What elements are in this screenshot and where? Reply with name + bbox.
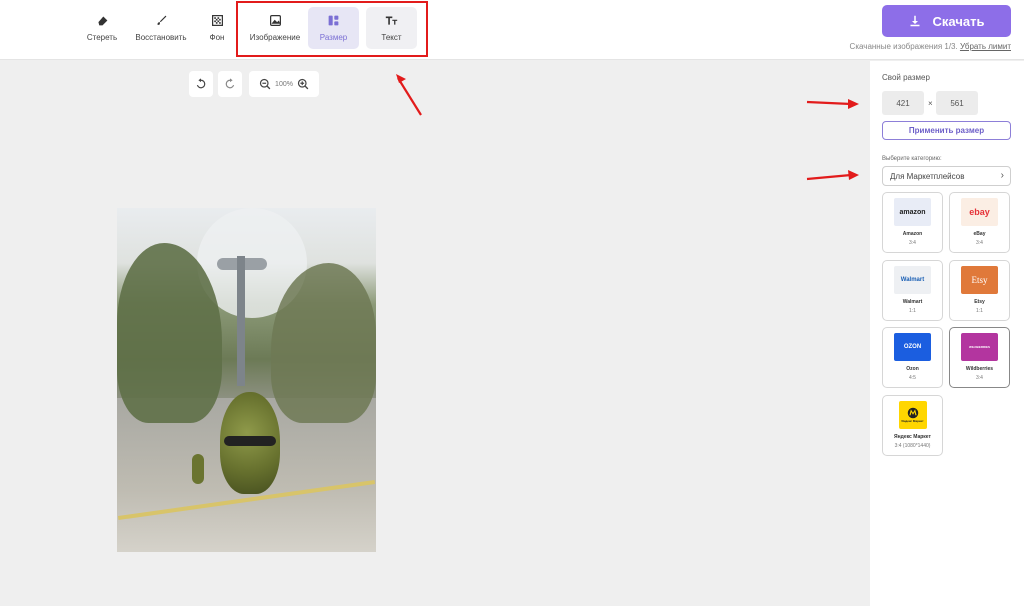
redo-button[interactable]	[218, 71, 242, 97]
apply-size-button[interactable]: Применить размер	[882, 121, 1011, 140]
walmart-logo: Walmart	[894, 266, 931, 294]
ebay-logo: ebay	[961, 198, 998, 226]
ozon-logo: OZON	[894, 333, 931, 361]
category-value: Для Маркетплейсов	[890, 171, 965, 181]
edited-photo[interactable]	[117, 208, 376, 552]
tool-erase-label: Стереть	[86, 33, 118, 42]
zoom-out-icon[interactable]	[259, 78, 271, 90]
zoom-in-icon[interactable]	[297, 78, 309, 90]
chevron-right-icon: ›	[1000, 170, 1004, 181]
undo-button[interactable]	[189, 71, 213, 97]
tool-erase[interactable]: Стереть	[80, 7, 124, 49]
preset-ebay[interactable]: ebay eBay 3:4	[949, 192, 1010, 253]
preset-wildberries[interactable]: WILDBERRIES Wildberries 3:4	[949, 327, 1010, 388]
download-button[interactable]: Скачать	[882, 5, 1011, 37]
brush-icon	[156, 15, 166, 25]
preset-ozon[interactable]: OZON Ozon 4:5	[882, 327, 943, 388]
custom-size-title: Свой размер	[882, 73, 930, 82]
top-toolbar: Стереть Восстановить Фон Изображение Раз…	[0, 0, 1024, 60]
tool-background[interactable]: Фон	[200, 7, 234, 49]
etsy-logo: Etsy	[961, 266, 998, 294]
zoom-level: 100%	[275, 80, 293, 88]
tool-background-label: Фон	[209, 33, 225, 42]
zoom-control: 100%	[249, 71, 319, 97]
wildberries-logo: WILDBERRIES	[961, 333, 998, 361]
download-label: Скачать	[932, 13, 985, 29]
remove-limit-link[interactable]: Убрать лимит	[960, 42, 1011, 51]
download-icon	[910, 15, 920, 27]
annotation-arrow-category	[806, 170, 859, 181]
preset-walmart[interactable]: Walmart Walmart 1:1	[882, 260, 943, 321]
height-input[interactable]: 561	[936, 91, 978, 115]
yandex-market-icon	[907, 407, 918, 419]
tool-restore[interactable]: Восстановить	[131, 7, 191, 49]
redo-icon	[225, 78, 235, 89]
width-input[interactable]: 421	[882, 91, 924, 115]
yandex-market-logo: Яндекс Маркет	[898, 401, 927, 429]
annotation-highlight-box	[236, 1, 428, 57]
size-separator: ×	[928, 99, 933, 108]
eraser-icon	[97, 16, 107, 26]
annotation-arrow-size	[806, 99, 859, 109]
category-label: Выберите категорию:	[882, 156, 942, 162]
amazon-logo: amazon	[894, 198, 931, 226]
preset-yandex-market[interactable]: Яндекс Маркет Яндекс Маркет 3:4 (1080*14…	[882, 395, 943, 456]
undo-icon	[196, 78, 206, 89]
category-select[interactable]: Для Маркетплейсов ›	[882, 166, 1011, 186]
annotation-arrow-toolbar	[396, 74, 422, 116]
preset-etsy[interactable]: Etsy Etsy 1:1	[949, 260, 1010, 321]
tool-restore-label: Восстановить	[135, 33, 187, 42]
download-limit-info: Скачанные изображения 1/3. Убрать лимит	[850, 42, 1011, 51]
background-icon	[211, 15, 223, 26]
preset-amazon[interactable]: amazon Amazon 3:4	[882, 192, 943, 253]
size-panel: Свой размер 421 × 561 Применить размер В…	[870, 61, 1024, 606]
limit-text: Скачанные изображения 1/3.	[849, 42, 958, 51]
